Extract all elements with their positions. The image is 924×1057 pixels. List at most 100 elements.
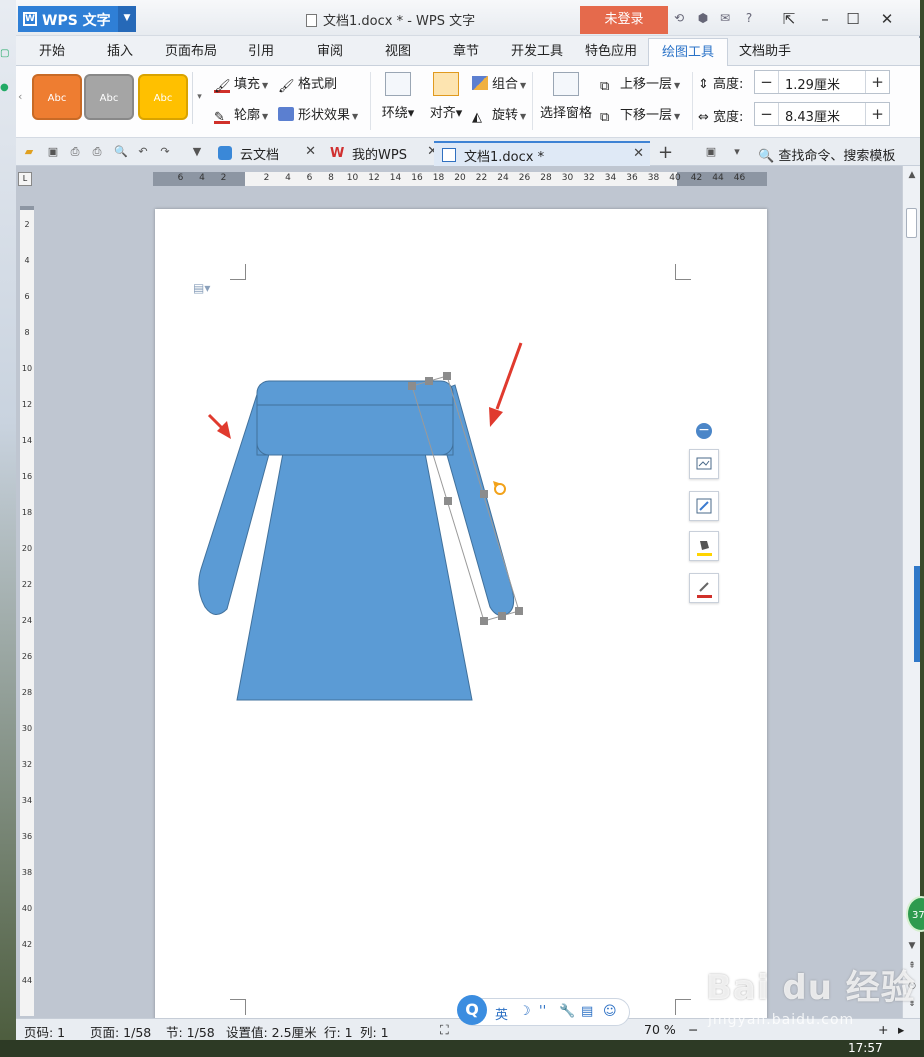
resize-handle[interactable]: [443, 372, 451, 380]
scroll-top-icon[interactable]: ▲: [903, 170, 920, 180]
restore-ribbon-icon[interactable]: ⇱: [776, 6, 802, 32]
doc-tab-mywps[interactable]: W 我的WPS ✕: [322, 141, 444, 166]
resize-handle[interactable]: [515, 607, 523, 615]
customize-dropdown-icon[interactable]: ▼: [190, 145, 204, 159]
zoom-out-icon[interactable]: −: [688, 1022, 698, 1037]
skin-icon[interactable]: ⬢: [696, 11, 710, 25]
vertical-scrollbar[interactable]: ▲ ▼ ⇞ ○ ⇟: [902, 166, 920, 1018]
ribbon-scroll-left-icon[interactable]: ‹: [18, 90, 22, 103]
shape-style-more-icon[interactable]: ▾: [192, 72, 206, 124]
tab-page-layout[interactable]: 页面布局: [160, 38, 222, 66]
app-menu-button[interactable]: W WPS 文字 ▼: [18, 6, 136, 32]
zoom-level[interactable]: 70 %: [644, 1022, 676, 1037]
rotate-handle-icon[interactable]: [493, 481, 506, 495]
fullscreen-icon[interactable]: ⛶: [440, 1022, 449, 1038]
open-icon[interactable]: ▰: [22, 145, 36, 159]
height-value[interactable]: 1.29厘米: [785, 74, 840, 93]
minimize-icon[interactable]: –: [812, 6, 838, 32]
save-icon[interactable]: ▣: [46, 145, 60, 159]
close-icon[interactable]: ✕: [874, 6, 900, 32]
resize-handle[interactable]: [444, 497, 452, 505]
horizontal-ruler[interactable]: 6 4 2 2 4 6 8 10 12 14 16 18 20 22 24 26 28 30 32 34 36 38 40 4…: [153, 172, 767, 186]
ime-toolbar[interactable]: Q 英 ☽ '' 🔧 ▤ ☺: [457, 995, 630, 1026]
feedback-icon[interactable]: ✉: [718, 11, 732, 25]
close-tab-icon[interactable]: ✕: [633, 146, 644, 161]
print-preview-icon[interactable]: 🔍: [114, 145, 128, 159]
outline-button[interactable]: ✎ 轮廓 ▼: [214, 104, 268, 125]
width-decrease-button[interactable]: −: [755, 103, 779, 125]
outline-quick-button[interactable]: [689, 573, 719, 603]
width-value[interactable]: 8.43厘米: [785, 106, 840, 125]
sync-icon[interactable]: ⟲: [672, 11, 686, 25]
collapse-shape-toolbar-button[interactable]: −: [696, 423, 712, 439]
selection-pane-button[interactable]: 选择窗格: [538, 72, 594, 121]
width-field[interactable]: − 8.43厘米 +: [754, 102, 890, 126]
command-search[interactable]: 🔍 查找命令、搜索模板: [758, 145, 895, 164]
doc-tab-cloud[interactable]: 云文档 ✕: [210, 141, 322, 166]
group-button[interactable]: 组合 ▼: [472, 73, 526, 92]
document-page[interactable]: ▤▾ −: [155, 209, 767, 1018]
export-icon[interactable]: ⎙: [68, 145, 82, 159]
vertical-ruler[interactable]: 2 4 6 8 10 12 14 16 18 20 22 24 26 28 30 32 34 36 38 40 42 44: [20, 206, 34, 1016]
help-icon[interactable]: ?: [742, 11, 756, 25]
send-backward-button[interactable]: ⧉ 下移一层 ▼: [600, 104, 680, 125]
app-menu-dropdown-icon[interactable]: ▼: [118, 6, 136, 32]
height-increase-button[interactable]: +: [865, 71, 889, 93]
print-icon[interactable]: ⎙: [90, 145, 104, 159]
resize-handle[interactable]: [498, 612, 506, 620]
tab-drawing-tools[interactable]: 绘图工具: [648, 38, 728, 67]
tab-references[interactable]: 引用: [242, 38, 280, 66]
resize-handle[interactable]: [480, 490, 488, 498]
rotate-button[interactable]: ◭ 旋转 ▼: [472, 104, 526, 125]
tab-stop-selector[interactable]: L: [18, 172, 32, 186]
doc-tab-document1[interactable]: 文档1.docx * ✕: [434, 141, 650, 166]
dress-skirt-shape[interactable]: [236, 452, 473, 701]
tab-special[interactable]: 特色应用: [578, 38, 644, 66]
width-increase-button[interactable]: +: [865, 103, 889, 125]
shape-style-gold[interactable]: Abc: [138, 74, 188, 120]
resize-handle[interactable]: [408, 382, 416, 390]
tab-menu-icon[interactable]: ▾: [730, 145, 744, 159]
tab-insert[interactable]: 插入: [98, 38, 142, 66]
tab-home[interactable]: 开始: [30, 38, 74, 66]
ime-smile-icon[interactable]: ☺: [603, 1004, 617, 1019]
login-button[interactable]: 未登录: [580, 6, 668, 34]
zoom-in-icon[interactable]: +: [878, 1022, 888, 1037]
tab-view[interactable]: 视图: [378, 38, 418, 66]
tab-list-icon[interactable]: ▣: [704, 145, 718, 159]
status-menu-icon[interactable]: ▸: [898, 1022, 904, 1037]
shape-style-orange[interactable]: Abc: [32, 74, 82, 120]
ime-language[interactable]: 英: [495, 1004, 508, 1023]
tab-review[interactable]: 审阅: [310, 38, 350, 66]
dress-top-band-shape[interactable]: [256, 380, 454, 456]
scroll-down-icon[interactable]: ▼: [903, 941, 920, 951]
resize-handle[interactable]: [425, 377, 433, 385]
tab-chapter[interactable]: 章节: [446, 38, 486, 66]
shape-style-quick-button[interactable]: [689, 491, 719, 521]
height-decrease-button[interactable]: −: [755, 71, 779, 93]
ime-logo-icon[interactable]: Q: [457, 995, 487, 1025]
shape-effect-button[interactable]: 形状效果 ▼: [278, 104, 358, 123]
tab-doc-assistant[interactable]: 文档助手: [732, 38, 798, 66]
fill-quick-button[interactable]: [689, 531, 719, 561]
ime-moon-icon[interactable]: ☽: [519, 1004, 531, 1019]
layout-options-button[interactable]: [689, 449, 719, 479]
height-field[interactable]: − 1.29厘米 +: [754, 70, 890, 94]
side-panel-toggle[interactable]: [914, 566, 920, 662]
wrap-button[interactable]: 环绕▾: [378, 72, 418, 121]
ime-clipboard-icon[interactable]: ▤: [581, 1004, 593, 1019]
scrollbar-thumb[interactable]: [906, 208, 917, 238]
maximize-icon[interactable]: ☐: [840, 6, 866, 32]
fill-button[interactable]: 🖌 填充 ▼: [214, 73, 268, 94]
ime-punct-icon[interactable]: '': [539, 1004, 546, 1019]
tab-developer[interactable]: 开发工具: [504, 38, 570, 66]
ime-wrench-icon[interactable]: 🔧: [559, 1004, 575, 1019]
format-painter-button[interactable]: 🖌 格式刷: [278, 73, 337, 94]
bring-forward-button[interactable]: ⧉ 上移一层 ▼: [600, 73, 680, 94]
redo-icon[interactable]: ↷: [158, 145, 172, 159]
undo-icon[interactable]: ↶: [136, 145, 150, 159]
close-tab-icon[interactable]: ✕: [305, 144, 316, 159]
align-button[interactable]: 对齐▾: [426, 72, 466, 121]
new-tab-button[interactable]: +: [658, 142, 673, 163]
resize-handle[interactable]: [480, 617, 488, 625]
